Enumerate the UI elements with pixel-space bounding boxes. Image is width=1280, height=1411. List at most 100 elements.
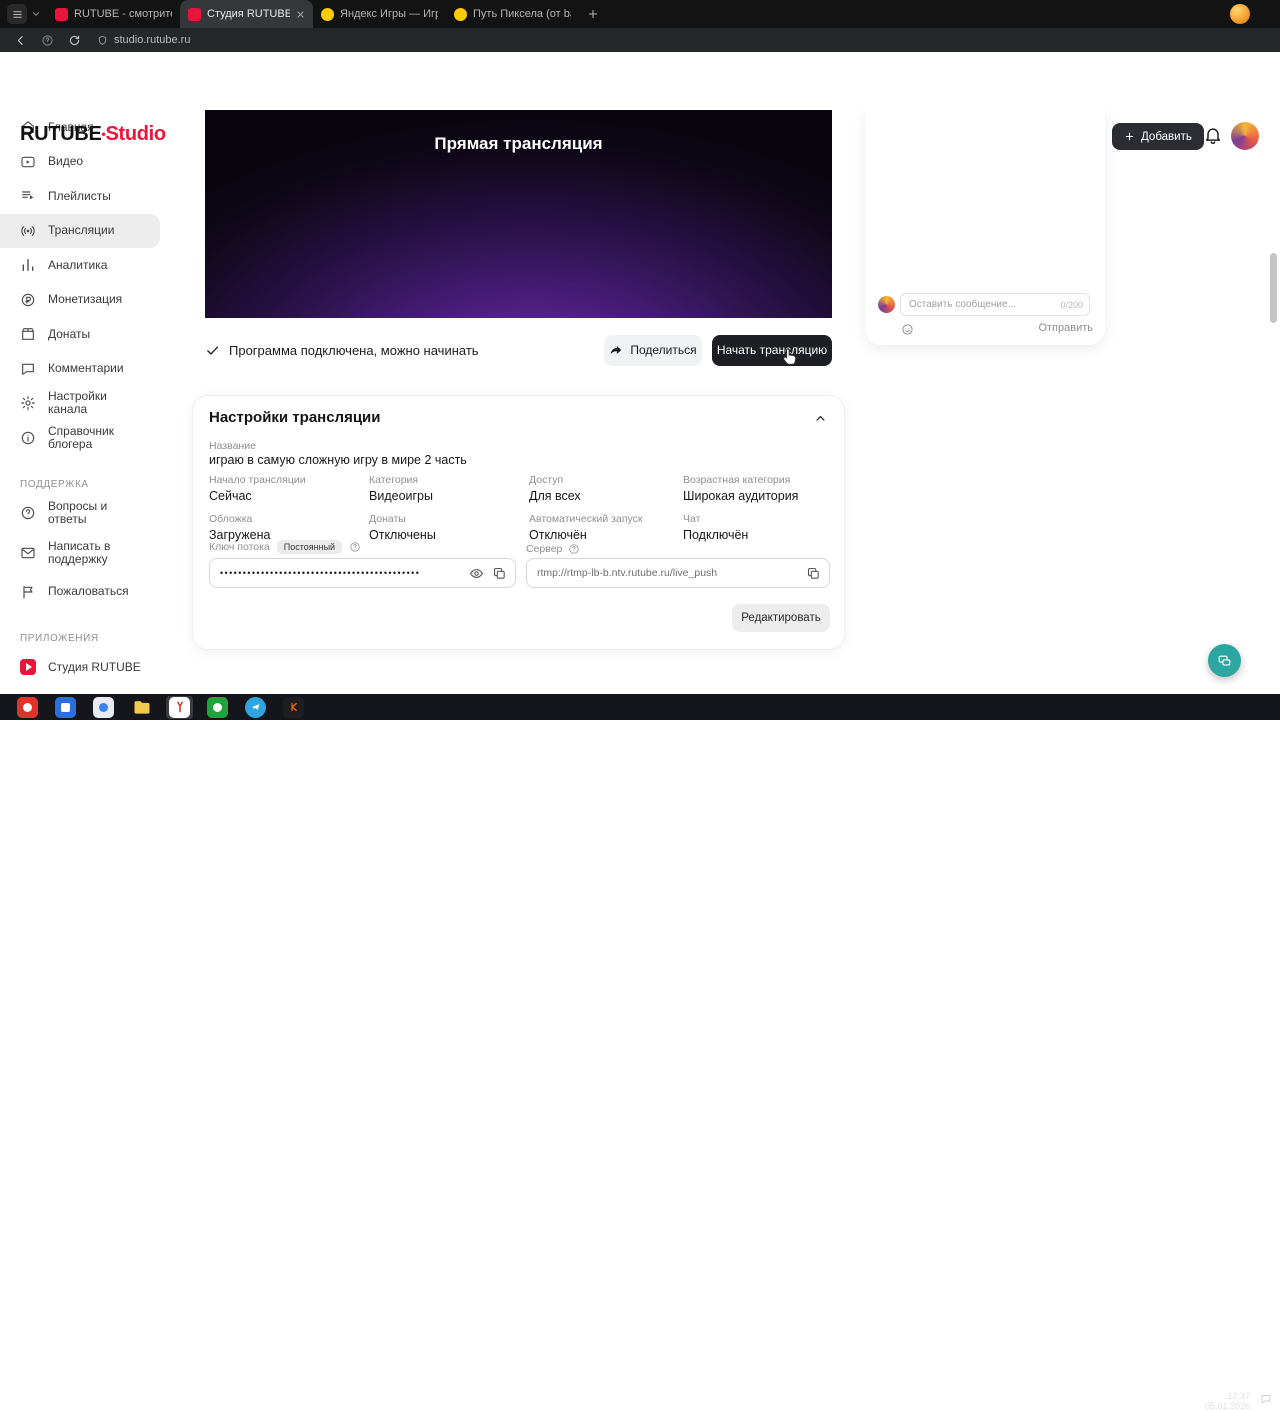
copy-server-icon[interactable] xyxy=(806,566,821,581)
miniplayer-fab-button[interactable] xyxy=(1208,644,1241,677)
name-field-value: играю в самую сложную игру в мире 2 част… xyxy=(209,453,467,467)
start-broadcast-button[interactable]: Начать трансляцию xyxy=(712,335,832,366)
server-label-row: Сервер xyxy=(526,543,580,555)
field-label: Доступ xyxy=(529,474,683,486)
rutube-favicon xyxy=(188,8,201,21)
stream-key-type-badge[interactable]: Постоянный xyxy=(277,540,342,554)
sidebar-item-label: Трансляции xyxy=(48,224,148,237)
field-cell: ЧатПодключён xyxy=(683,513,830,542)
sidebar-item-comments[interactable]: Комментарии xyxy=(0,352,168,387)
sidebar-item-analytics[interactable]: Аналитика xyxy=(0,248,168,283)
flag-icon xyxy=(20,584,36,600)
check-icon xyxy=(205,343,220,358)
server-help-icon[interactable] xyxy=(568,543,580,555)
share-button[interactable]: Поделиться xyxy=(604,335,702,366)
sidebar-item-faq[interactable]: Вопросы и ответы xyxy=(0,496,168,531)
send-message-button[interactable]: Отправить xyxy=(1038,322,1093,334)
emoji-icon[interactable] xyxy=(901,323,914,336)
url-text: studio.rutube.ru xyxy=(114,34,190,46)
browser-tab-yandex-games[interactable]: Яндекс Игры — Игры онл xyxy=(313,0,446,28)
sidebar-item-report[interactable]: Пожаловаться xyxy=(0,575,168,610)
chat-message-input[interactable] xyxy=(901,299,1060,310)
tab-list-chevron-icon[interactable] xyxy=(31,9,41,19)
browser-profile-avatar[interactable] xyxy=(1230,4,1250,24)
sidebar-item-label: Настройки канала xyxy=(48,390,148,416)
stream-key-help-icon[interactable] xyxy=(349,541,361,553)
comments-icon xyxy=(20,361,36,377)
channel-avatar[interactable] xyxy=(1231,122,1259,150)
sidebar-item-donations[interactable]: Донаты xyxy=(0,317,168,352)
sidebar-item-blogger-guide[interactable]: Справочник блогера xyxy=(0,421,168,456)
browser-tab-studio-active[interactable]: Студия RUTUBE xyxy=(180,0,313,28)
sidebar-item-monetization[interactable]: Монетизация xyxy=(0,283,168,318)
stream-key-input[interactable] xyxy=(210,568,469,578)
sidebar-item-contact-support[interactable]: Написать в поддержку xyxy=(0,531,168,575)
edit-button[interactable]: Редактировать xyxy=(732,604,830,632)
page-scrollbar-thumb[interactable] xyxy=(1270,253,1277,323)
taskbar-telegram[interactable] xyxy=(242,696,269,719)
rutube-favicon xyxy=(55,8,68,21)
taskbar-app-green[interactable] xyxy=(204,696,231,719)
sidebar-item-label: Плейлисты xyxy=(48,190,148,203)
browser-tab-rutube[interactable]: RUTUBE - смотрите видео xyxy=(47,0,180,28)
settings-icon xyxy=(20,395,36,411)
sidebar-item-label: Справочник блогера xyxy=(48,425,134,451)
taskbar-file-explorer[interactable] xyxy=(128,696,155,719)
field-value: Для всех xyxy=(529,489,683,503)
taskbar-app-light[interactable] xyxy=(90,696,117,719)
taskbar-kinopoisk[interactable] xyxy=(280,696,307,719)
add-button[interactable]: Добавить xyxy=(1112,123,1204,150)
field-label: Чат xyxy=(683,513,830,525)
folder-icon xyxy=(132,697,152,717)
sidebar-item-label: Монетизация xyxy=(48,293,148,306)
game-favicon xyxy=(454,8,467,21)
new-tab-button[interactable] xyxy=(587,8,599,20)
stream-key-label: Ключ потока xyxy=(209,541,270,553)
copy-key-icon[interactable] xyxy=(492,566,507,581)
start-button-label: Начать трансляцию xyxy=(717,343,827,357)
sidebar-item-label: Донаты xyxy=(48,328,148,341)
sidebar-item-label: Аналитика xyxy=(48,259,148,272)
sidebar-item-channel-settings[interactable]: Настройки канала xyxy=(0,386,168,421)
sidebar-item-video[interactable]: Видео xyxy=(0,145,168,180)
back-icon[interactable] xyxy=(14,34,27,47)
url-box[interactable]: studio.rutube.ru xyxy=(97,34,190,46)
server-url-input[interactable] xyxy=(527,567,806,579)
show-key-eye-icon[interactable] xyxy=(469,566,484,581)
broadcast-icon xyxy=(20,223,36,239)
collapse-chevron-up-icon[interactable] xyxy=(813,411,828,426)
sidebar-item-playlists[interactable]: Плейлисты xyxy=(0,179,168,214)
chat-char-counter: 0/200 xyxy=(1060,300,1083,310)
logo-studio: Studio xyxy=(105,123,165,145)
clock-time: 12:37 xyxy=(1205,1391,1250,1401)
sidebar-item-label: Видео xyxy=(48,155,148,168)
browser-tab-bar: RUTUBE - смотрите видео Студия RUTUBE Ян… xyxy=(0,0,1280,28)
site-shield-icon xyxy=(97,35,108,46)
field-cell: ОбложкаЗагружена xyxy=(209,513,369,542)
telegram-icon xyxy=(250,701,262,713)
tab-title: Путь Пиксела (от barabin xyxy=(473,8,571,20)
taskbar-clock[interactable]: 12:37 05.01.2026 xyxy=(1205,1391,1250,1411)
sidebar-item-label: Написать в поддержку xyxy=(48,540,134,566)
settings-fields-grid: Начало трансляцииСейчас КатегорияВидеоиг… xyxy=(209,474,830,542)
settings-title: Настройки трансляции xyxy=(209,409,381,426)
taskbar-app-blue[interactable] xyxy=(52,696,79,719)
help-circle-icon[interactable] xyxy=(41,34,54,47)
field-value: Отключён xyxy=(529,528,683,542)
sidebar-item-studio-app[interactable]: Студия RUTUBE xyxy=(0,650,168,685)
sidebar-item-broadcasts[interactable]: Трансляции xyxy=(0,214,160,249)
stream-preview: Прямая трансляция xyxy=(205,110,832,318)
tab-title: Яндекс Игры — Игры онл xyxy=(340,8,438,20)
server-field xyxy=(526,558,830,588)
refresh-icon[interactable] xyxy=(68,34,81,47)
tab-list-button[interactable] xyxy=(7,4,27,24)
sidebar-item-label: Комментарии xyxy=(48,362,148,375)
edit-button-label: Редактировать xyxy=(741,612,820,624)
donate-icon xyxy=(20,326,36,342)
taskbar-yandex-browser[interactable] xyxy=(166,696,193,719)
browser-tab-game[interactable]: Путь Пиксела (от barabin xyxy=(446,0,579,28)
notification-center-icon[interactable] xyxy=(1260,1393,1272,1405)
taskbar-app-red[interactable] xyxy=(14,696,41,719)
tab-close-icon[interactable] xyxy=(296,10,305,19)
notifications-bell-icon[interactable] xyxy=(1203,125,1223,145)
